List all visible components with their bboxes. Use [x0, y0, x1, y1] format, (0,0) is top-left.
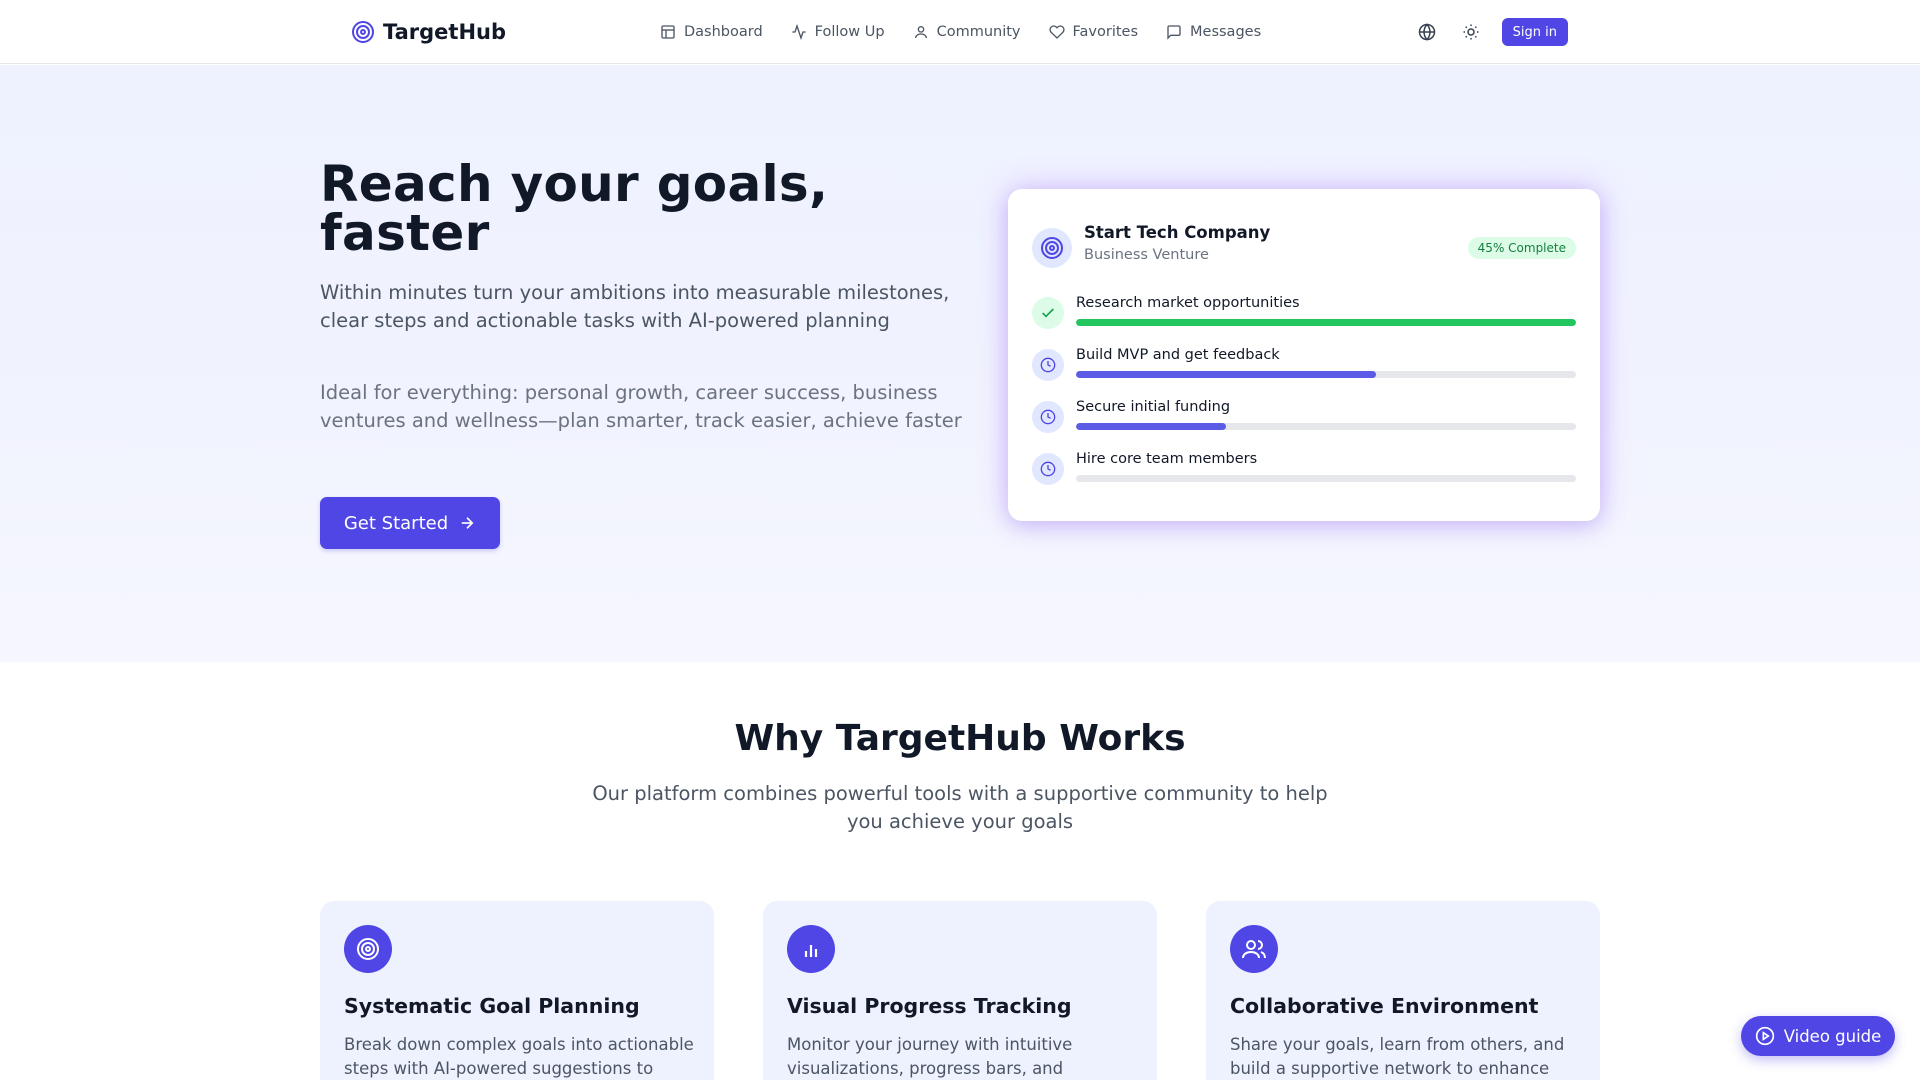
message-icon: [1167, 25, 1181, 40]
goal-step-progress-fill: [1076, 423, 1226, 430]
nav-community-label: Community: [936, 24, 1021, 40]
goal-title: Start Tech Company: [1084, 223, 1271, 242]
main-nav: Dashboard Follow Up Community Favorites …: [660, 20, 1261, 44]
nav-favorites-label: Favorites: [1072, 24, 1139, 40]
target-icon: [344, 925, 392, 973]
feature-title: Visual Progress Tracking: [787, 994, 1072, 1018]
nav-messages-label: Messages: [1190, 24, 1262, 40]
goal-step-label: Build MVP and get feedback: [1076, 347, 1280, 363]
play-circle-icon: [1755, 1026, 1774, 1046]
language-button[interactable]: [1414, 19, 1440, 45]
goal-step: Research market opportunities: [1032, 295, 1576, 349]
clock-icon: [1032, 453, 1064, 485]
arrow-right-icon: [461, 517, 474, 529]
goal-category: Business Venture: [1084, 247, 1209, 263]
goal-target-icon: [1032, 228, 1072, 268]
goal-step: Hire core team members: [1032, 451, 1576, 505]
heart-icon: [1048, 25, 1065, 39]
goal-step-progress-fill: [1076, 371, 1376, 378]
clock-icon: [1032, 349, 1064, 381]
goal-step-progress-track: [1076, 475, 1576, 482]
video-guide-button[interactable]: Video guide: [1741, 1016, 1895, 1056]
nav-dashboard[interactable]: Dashboard: [660, 24, 763, 40]
why-section-subtitle: Our platform combines powerful tools wit…: [592, 782, 1328, 833]
goal-step-progress-fill: [1076, 319, 1576, 326]
nav-favorites[interactable]: Favorites: [1048, 24, 1139, 40]
sun-icon: [1463, 24, 1479, 40]
feature-card-progress-tracking: Visual Progress Tracking Monitor your jo…: [763, 901, 1157, 1080]
nav-follow-up-label: Follow Up: [814, 24, 885, 40]
goal-step-progress-track: [1076, 423, 1576, 430]
feature-description: Monitor your journey with intuitive visu…: [787, 1035, 1073, 1078]
why-section-title: Why TargetHub Works: [734, 718, 1186, 759]
goal-step-label: Secure initial funding: [1076, 399, 1231, 415]
hero-title: Reach your goals, faster: [320, 155, 829, 262]
hero-section: Reach your goals, faster Within minutes …: [0, 65, 1920, 662]
navbar: TargetHub Dashboard Follow Up Community …: [0, 0, 1920, 64]
feature-description: Break down complex goals into actionable…: [344, 1035, 694, 1078]
feature-title: Collaborative Environment: [1230, 994, 1539, 1018]
theme-toggle-button[interactable]: [1458, 19, 1484, 45]
goal-step-progress-track: [1076, 371, 1576, 378]
goal-step: Secure initial funding: [1032, 399, 1576, 453]
feature-card-goal-planning: Systematic Goal Planning Break down comp…: [320, 901, 714, 1080]
hero-subtitle: Within minutes turn your ambitions into …: [320, 281, 950, 332]
goal-step: Build MVP and get feedback: [1032, 347, 1576, 401]
sign-in-button[interactable]: Sign in: [1501, 18, 1568, 46]
check-icon: [1032, 297, 1064, 329]
hero-subtitle-secondary: Ideal for everything: personal growth, c…: [320, 381, 962, 432]
user-icon: [914, 26, 927, 39]
goal-preview-card: Start Tech Company Business Venture 45% …: [1008, 189, 1600, 521]
nav-dashboard-label: Dashboard: [684, 24, 763, 40]
goal-steps-list: Research market opportunities Build MVP …: [1032, 295, 1576, 505]
goal-step-progress-track: [1076, 319, 1576, 326]
nav-community[interactable]: Community: [913, 24, 1021, 40]
video-guide-label: Video guide: [1783, 1026, 1882, 1046]
goal-progress-badge: 45% Complete: [1467, 237, 1576, 259]
activity-icon: [792, 24, 806, 40]
goal-step-label: Hire core team members: [1076, 451, 1258, 467]
feature-card-collaborative: Collaborative Environment Share your goa…: [1206, 901, 1600, 1080]
nav-actions: Sign in: [1414, 18, 1568, 46]
goal-step-label: Research market opportunities: [1076, 295, 1300, 311]
feature-description: Share your goals, learn from others, and…: [1230, 1035, 1565, 1078]
brand-logo[interactable]: TargetHub: [351, 18, 506, 46]
brand-name: TargetHub: [383, 20, 507, 44]
get-started-button[interactable]: Get Started: [320, 497, 500, 549]
bar-chart-icon: [787, 925, 835, 973]
users-icon: [1230, 925, 1278, 973]
layout-icon: [661, 25, 675, 39]
nav-messages[interactable]: Messages: [1166, 24, 1261, 40]
get-started-label: Get Started: [343, 512, 449, 534]
feature-title: Systematic Goal Planning: [344, 994, 640, 1018]
globe-icon: [1418, 23, 1435, 41]
target-icon: [351, 20, 375, 44]
clock-icon: [1032, 401, 1064, 433]
nav-follow-up[interactable]: Follow Up: [791, 24, 885, 40]
